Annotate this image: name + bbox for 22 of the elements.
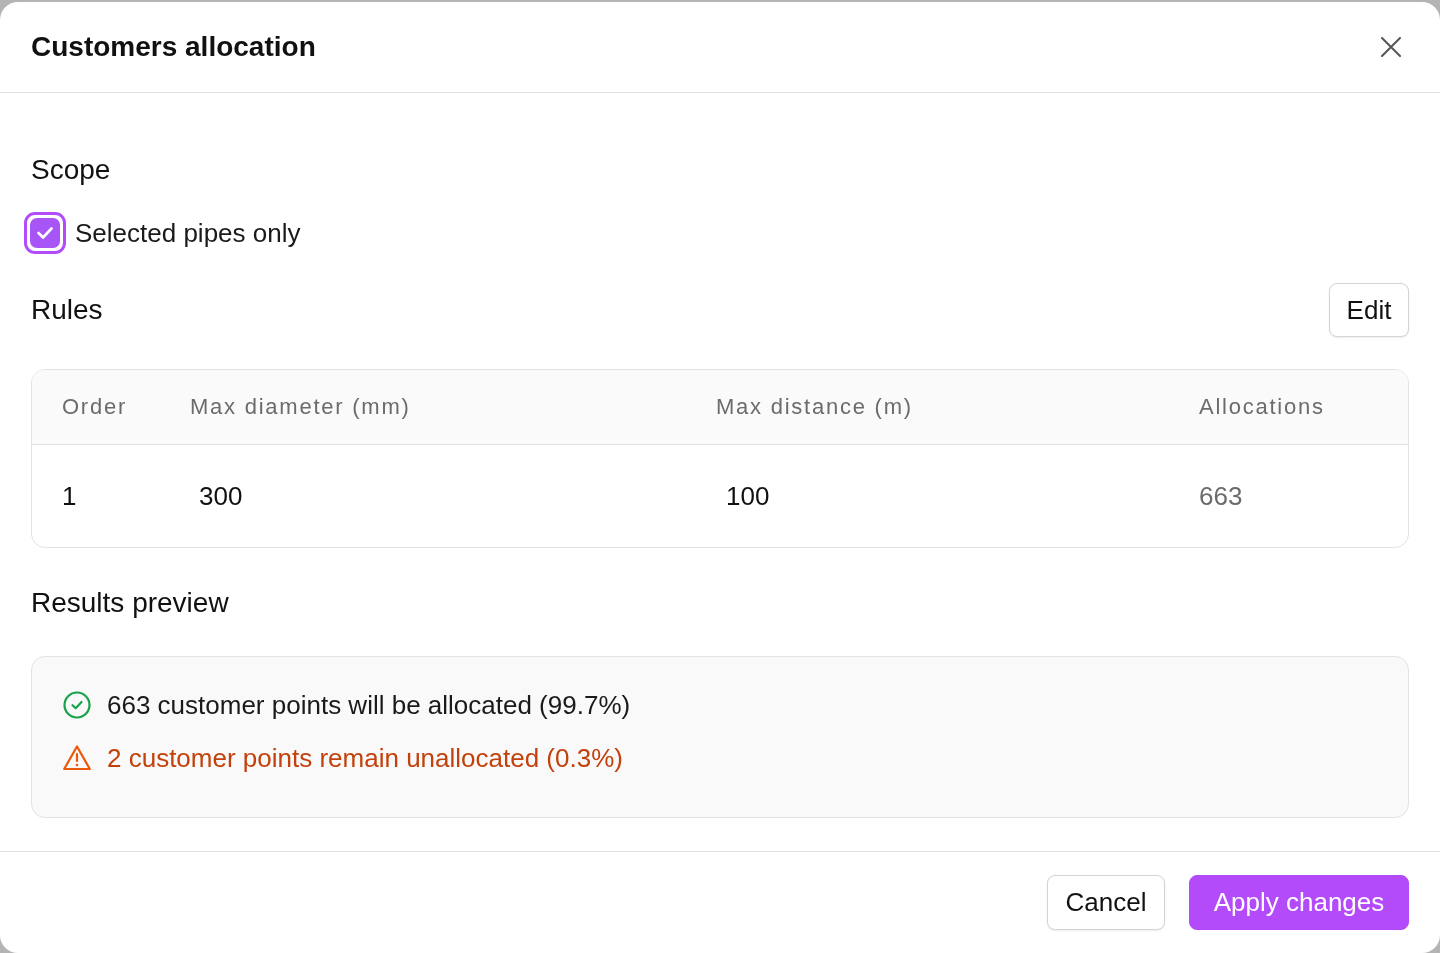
dialog-title: Customers allocation (31, 30, 316, 64)
section-heading: Results preview (31, 586, 229, 620)
section-heading: Rules (31, 293, 103, 327)
table-cell: 663 (1199, 481, 1243, 511)
check-icon (37, 227, 53, 239)
column-header: Order (62, 393, 128, 421)
circle-check-icon (63, 691, 91, 719)
section-heading: Scope (31, 153, 111, 187)
edit-button[interactable]: Edit (1329, 283, 1409, 337)
cancel-button[interactable]: Cancel (1047, 875, 1165, 930)
table-cell: 300 (199, 481, 243, 511)
warning-triangle-icon (63, 745, 91, 771)
warning-message: 2 customer points remain unallocated (0.3%) (107, 742, 623, 775)
table-cell: 1 (62, 481, 77, 511)
checkbox-label[interactable]: Selected pipes only (75, 215, 301, 251)
table-cell: 100 (726, 481, 770, 511)
success-message: 663 customer points will be allocated (99.7%) (107, 689, 631, 722)
apply-button[interactable]: Apply changes (1189, 875, 1409, 930)
column-header: Allocations (1199, 393, 1325, 421)
column-header: Max distance (m) (716, 393, 913, 421)
checkbox[interactable] (24, 212, 66, 254)
column-header: Max diameter (mm) (190, 393, 411, 421)
